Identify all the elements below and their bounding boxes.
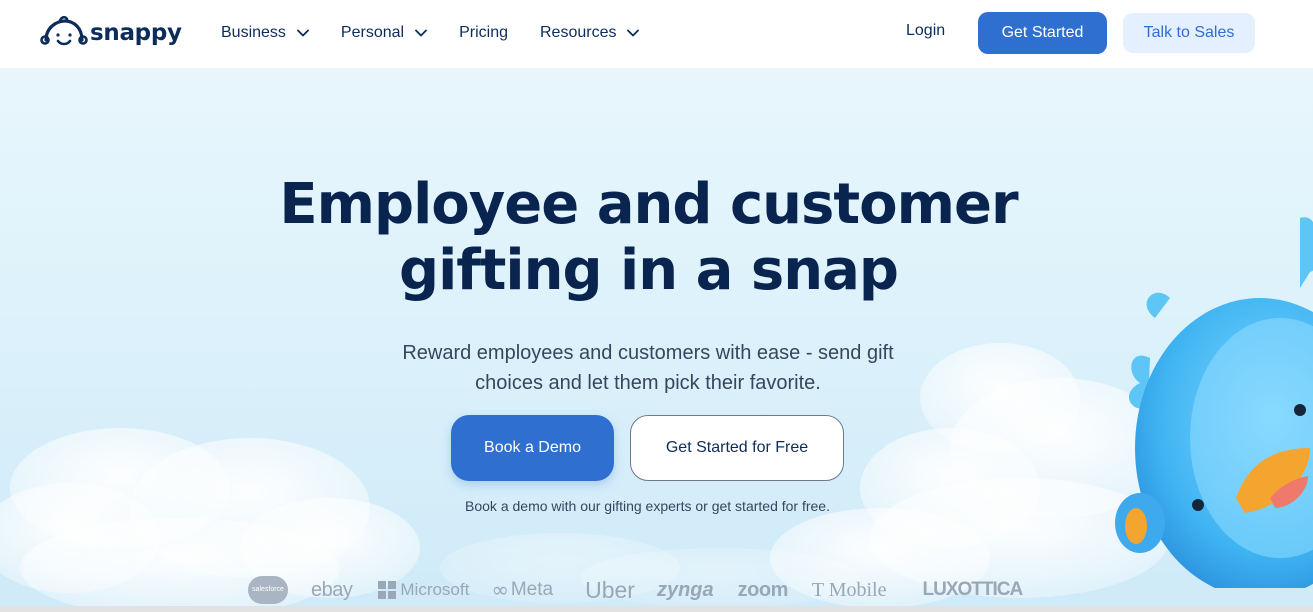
hero-title: Employee and customer gifting in a snap xyxy=(0,172,1297,304)
microsoft-grid-icon xyxy=(378,581,397,599)
chevron-down-icon xyxy=(627,29,640,37)
nav-pricing-label: Pricing xyxy=(459,24,508,41)
site-header: snappy Business Personal Pricing Resourc… xyxy=(0,0,1313,68)
nav-resources[interactable]: Resources xyxy=(539,22,640,44)
nav-business-label: Business xyxy=(221,24,286,41)
hero-title-line-1: Employee and customer xyxy=(279,172,1018,237)
hero-title-line-2: gifting in a snap xyxy=(399,238,899,303)
book-demo-button[interactable]: Book a Demo xyxy=(451,415,614,481)
snappy-face-icon xyxy=(40,16,88,46)
get-started-free-button[interactable]: Get Started for Free xyxy=(630,415,844,481)
hero-section: Employee and customer gifting in a snap … xyxy=(0,68,1313,606)
zynga-logo: zynga xyxy=(656,579,714,601)
zoom-logo: zoom xyxy=(737,579,789,601)
bottom-scroll-bar xyxy=(0,606,1313,612)
login-link[interactable]: Login xyxy=(906,22,945,40)
ebay-logo: ebay xyxy=(311,579,353,601)
uber-logo: Uber xyxy=(585,577,635,603)
nav-personal[interactable]: Personal xyxy=(341,22,427,44)
brand-logo-strip: salesforce ebay Microsoft ∞ Meta Uber zy… xyxy=(248,575,1024,605)
nav-pricing[interactable]: Pricing xyxy=(459,22,508,44)
chevron-down-icon xyxy=(415,29,427,37)
microsoft-logo: Microsoft xyxy=(378,575,469,605)
nav-resources-label: Resources xyxy=(539,24,617,41)
talk-to-sales-button[interactable]: Talk to Sales xyxy=(1123,13,1255,53)
meta-logo: ∞ Meta xyxy=(491,575,553,605)
nav-business[interactable]: Business xyxy=(221,22,309,44)
snappy-logo[interactable]: snappy xyxy=(40,16,182,48)
meta-wordmark: Meta xyxy=(510,579,554,600)
logo-wordmark: snappy xyxy=(90,20,182,46)
nav-personal-label: Personal xyxy=(340,24,405,41)
main-nav: Business Personal Pricing Resources xyxy=(221,22,671,44)
microsoft-wordmark: Microsoft xyxy=(400,580,470,599)
hero-note: Book a demo with our gifting experts or … xyxy=(465,498,830,514)
luxottica-logo: LUXOTTICA xyxy=(922,579,1024,600)
chevron-down-icon xyxy=(297,29,309,37)
bird-mascot-illustration xyxy=(1115,217,1313,588)
salesforce-logo: salesforce xyxy=(248,576,288,604)
meta-infinity-icon: ∞ xyxy=(491,578,509,602)
hero-subtitle: Reward employees and customers with ease… xyxy=(402,342,894,394)
get-started-button[interactable]: Get Started xyxy=(978,12,1107,54)
tmobile-logo: T Mobile xyxy=(811,579,887,601)
